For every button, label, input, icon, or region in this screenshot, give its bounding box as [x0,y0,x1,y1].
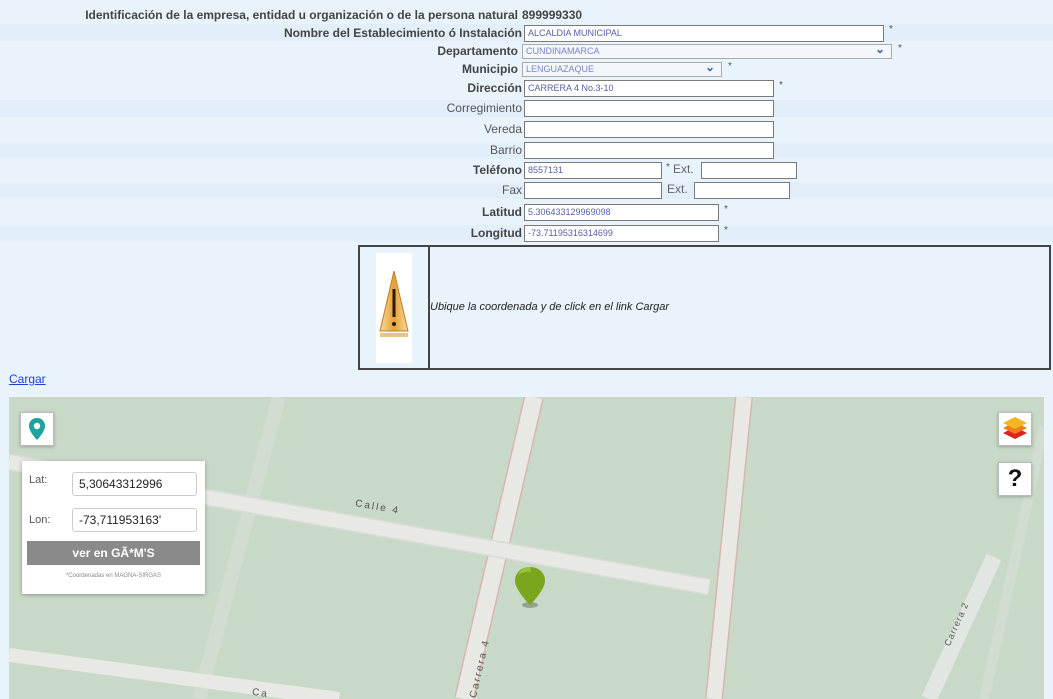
latitud-input[interactable]: 5.306433129969098 [524,204,719,221]
cargar-link[interactable]: Cargar [9,372,46,386]
required-marker: * [898,43,902,54]
layers-button[interactable] [998,412,1032,446]
marker-icon[interactable] [512,565,548,611]
nombre-input[interactable]: ALCALDIA MUNICIPAL [524,25,884,42]
barrio-input[interactable] [524,142,774,159]
row-fax: Fax Ext. [0,182,1053,199]
lon-input[interactable]: -73,711953163' [72,508,197,532]
layers-icon [1003,417,1027,439]
vereda-input[interactable] [524,121,774,138]
barrio-label: Barrio [489,143,522,157]
chevron-down-icon: ⌄ [704,60,715,74]
row-longitud: Longitud -73.711953163146​99 * [0,225,1053,242]
row-direccion: Dirección CARRERA 4 No.3-10 * [0,80,1053,97]
locate-button[interactable] [20,412,54,446]
identificacion-value: 899999330 [522,8,583,22]
lat-label: Lat: [29,474,48,486]
row-barrio: Barrio [0,142,1053,159]
direccion-label: Dirección [467,81,522,95]
fax-label: Fax [501,183,522,197]
coordinate-note: *Coordenadas en MAGNA-SIRGAS [65,573,162,579]
row-latitud: Latitud 5.306433129969098 * [0,204,1053,221]
lon-label: Lon: [29,514,51,526]
map-view[interactable]: Calle 4 Carrera 4 Carrera 2 Ca ? Lat: 5,… [9,397,1044,699]
telefono-ext-label: Ext. [673,162,694,176]
municipio-label: Municipio [462,62,518,76]
telefono-label: Teléfono [472,163,522,177]
notice-message: Ubique la coordenada y de click en el li… [430,301,670,313]
identificacion-label: Identificación de la empresa, entidad u … [85,8,518,22]
required-marker: * [724,204,728,215]
latitud-label: Latitud [482,205,522,219]
corregimiento-label: Corregimiento [446,101,522,115]
help-button[interactable]: ? [998,462,1032,496]
notice-box: Ubique la coordenada y de click en el li… [358,245,1051,370]
coordinate-panel: Lat: 5,30643312996 Lon: -73,711953163' v… [22,461,205,594]
fax-input[interactable] [524,182,662,199]
map-pin-icon [29,418,45,440]
street-label-partial: Ca [251,686,270,699]
nombre-label: Nombre del Establecimiento ó Instalación [283,26,522,40]
warning-icon [379,270,409,337]
vereda-label: Vereda [483,122,522,136]
longitud-input[interactable]: -73.711953163146​99 [524,225,719,242]
departamento-value: CUNDINAMARCA [526,46,600,56]
row-telefono: Teléfono 8557131 * Ext. [0,162,1053,179]
telefono-input[interactable]: 8557131 [524,162,662,179]
required-marker: * [728,61,732,72]
departamento-select[interactable]: CUNDINAMARCA ⌄ [522,42,892,59]
chevron-down-icon: ⌄ [874,42,885,56]
direccion-input[interactable]: CARRERA 4 No.3-10 [524,80,774,97]
row-departamento: Departamento CUNDINAMARCA ⌄ * [0,43,1053,60]
row-identificacion: Identificación de la empresa, entidad u … [0,7,1053,24]
municipio-select[interactable]: LENGUAZAQUE ⌄ [522,60,722,77]
longitud-label: Longitud [470,226,522,240]
fax-ext-input[interactable] [694,182,790,199]
telefono-ext-input[interactable] [701,162,797,179]
row-nombre: Nombre del Establecimiento ó Instalación… [0,24,1053,42]
required-marker: * [666,162,670,173]
required-marker: * [779,80,783,91]
row-vereda: Vereda [0,121,1053,138]
departamento-label: Departamento [437,44,518,58]
row-municipio: Municipio LENGUAZAQUE ⌄ * [0,61,1053,78]
corregimiento-input[interactable] [524,100,774,117]
fax-ext-label: Ext. [667,182,688,196]
lat-input[interactable]: 5,30643312996 [72,472,197,496]
row-corregimiento: Corregimiento [0,100,1053,117]
municipio-value: LENGUAZAQUE [526,64,595,74]
view-in-gems-button[interactable]: ver en GÃ*M'S [27,541,200,565]
required-marker: * [724,225,728,236]
notice-icon-cell [360,247,430,368]
required-marker: * [889,24,893,35]
